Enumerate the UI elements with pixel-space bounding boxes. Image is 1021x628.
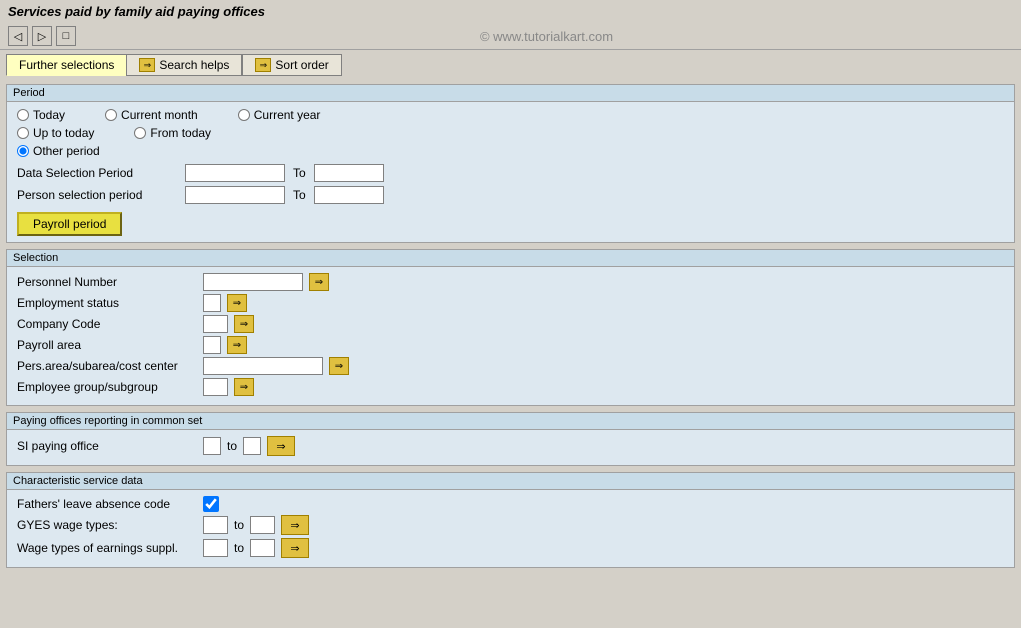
employee-group-input[interactable] — [203, 378, 228, 396]
gyes-wage-label: GYES wage types: — [17, 518, 197, 532]
si-paying-office-arrow[interactable]: ⇒ — [267, 436, 295, 456]
wage-types-earnings-label: Wage types of earnings suppl. — [17, 541, 197, 555]
tab-search-helps[interactable]: ⇒ Search helps — [126, 54, 242, 76]
wage-types-arrow[interactable]: ⇒ — [281, 538, 309, 558]
forward-icon[interactable]: ▷ — [32, 26, 52, 46]
period-section: Period Today Current month Current year … — [6, 84, 1015, 243]
payroll-area-arrow[interactable]: ⇒ — [227, 336, 247, 354]
data-selection-label: Data Selection Period — [17, 166, 177, 180]
tab-further-selections[interactable]: Further selections — [6, 54, 126, 76]
pers-area-input[interactable] — [203, 357, 323, 375]
person-selection-to-label: To — [293, 188, 306, 202]
person-selection-to-input[interactable] — [314, 186, 384, 204]
wage-types-to-label: to — [234, 541, 244, 555]
period-section-title: Period — [7, 85, 1014, 102]
data-selection-to-input[interactable] — [314, 164, 384, 182]
selection-section: Selection Personnel Number ⇒ Employment … — [6, 249, 1015, 406]
employee-group-label: Employee group/subgroup — [17, 380, 197, 394]
company-code-input[interactable] — [203, 315, 228, 333]
payroll-area-input[interactable] — [203, 336, 221, 354]
tabs-bar: Further selections ⇒ Search helps ⇒ Sort… — [0, 50, 1021, 80]
employment-status-label: Employment status — [17, 296, 197, 310]
save-icon[interactable]: □ — [56, 26, 76, 46]
company-code-arrow[interactable]: ⇒ — [234, 315, 254, 333]
si-paying-office-input[interactable] — [203, 437, 221, 455]
si-to-label: to — [227, 439, 237, 453]
pers-area-label: Pers.area/subarea/cost center — [17, 359, 197, 373]
si-paying-office-label: SI paying office — [17, 439, 197, 453]
back-icon[interactable]: ◁ — [8, 26, 28, 46]
paying-offices-title: Paying offices reporting in common set — [7, 413, 1014, 430]
wage-types-earnings-to-input[interactable] — [250, 539, 275, 557]
tab-arrow-sort: ⇒ — [255, 58, 271, 72]
radio-other-period[interactable]: Other period — [17, 144, 100, 158]
person-selection-label: Person selection period — [17, 188, 177, 202]
watermark: © www.tutorialkart.com — [80, 29, 1013, 44]
characteristic-section: Characteristic service data Fathers' lea… — [6, 472, 1015, 568]
payroll-area-label: Payroll area — [17, 338, 197, 352]
fathers-leave-label: Fathers' leave absence code — [17, 497, 197, 511]
personnel-number-arrow[interactable]: ⇒ — [309, 273, 329, 291]
tab-sort-order[interactable]: ⇒ Sort order — [242, 54, 341, 76]
gyes-wage-input[interactable] — [203, 516, 228, 534]
radio-today[interactable]: Today — [17, 108, 65, 122]
radio-from-today[interactable]: From today — [134, 126, 211, 140]
data-selection-to-label: To — [293, 166, 306, 180]
paying-offices-section: Paying offices reporting in common set S… — [6, 412, 1015, 466]
selection-section-title: Selection — [7, 250, 1014, 267]
employment-status-arrow[interactable]: ⇒ — [227, 294, 247, 312]
radio-up-to-today[interactable]: Up to today — [17, 126, 94, 140]
si-paying-office-to-input[interactable] — [243, 437, 261, 455]
characteristic-title: Characteristic service data — [7, 473, 1014, 490]
fathers-leave-checkbox[interactable] — [203, 496, 219, 512]
payroll-period-button[interactable]: Payroll period — [17, 212, 122, 236]
tab-arrow-search: ⇒ — [139, 58, 155, 72]
personnel-number-input[interactable] — [203, 273, 303, 291]
tab-search-helps-label: Search helps — [159, 58, 229, 72]
wage-types-earnings-input[interactable] — [203, 539, 228, 557]
tab-sort-order-label: Sort order — [275, 58, 328, 72]
radio-current-month[interactable]: Current month — [105, 108, 198, 122]
company-code-label: Company Code — [17, 317, 197, 331]
gyes-wage-to-input[interactable] — [250, 516, 275, 534]
gyes-to-label: to — [234, 518, 244, 532]
toolbar: ◁ ▷ □ © www.tutorialkart.com — [0, 23, 1021, 50]
page-title: Services paid by family aid paying offic… — [8, 4, 265, 19]
tab-further-selections-label: Further selections — [19, 58, 114, 72]
title-bar: Services paid by family aid paying offic… — [0, 0, 1021, 23]
employment-status-input[interactable] — [203, 294, 221, 312]
personnel-number-label: Personnel Number — [17, 275, 197, 289]
pers-area-arrow[interactable]: ⇒ — [329, 357, 349, 375]
radio-current-year[interactable]: Current year — [238, 108, 321, 122]
employee-group-arrow[interactable]: ⇒ — [234, 378, 254, 396]
data-selection-input[interactable] — [185, 164, 285, 182]
person-selection-input[interactable] — [185, 186, 285, 204]
gyes-arrow[interactable]: ⇒ — [281, 515, 309, 535]
